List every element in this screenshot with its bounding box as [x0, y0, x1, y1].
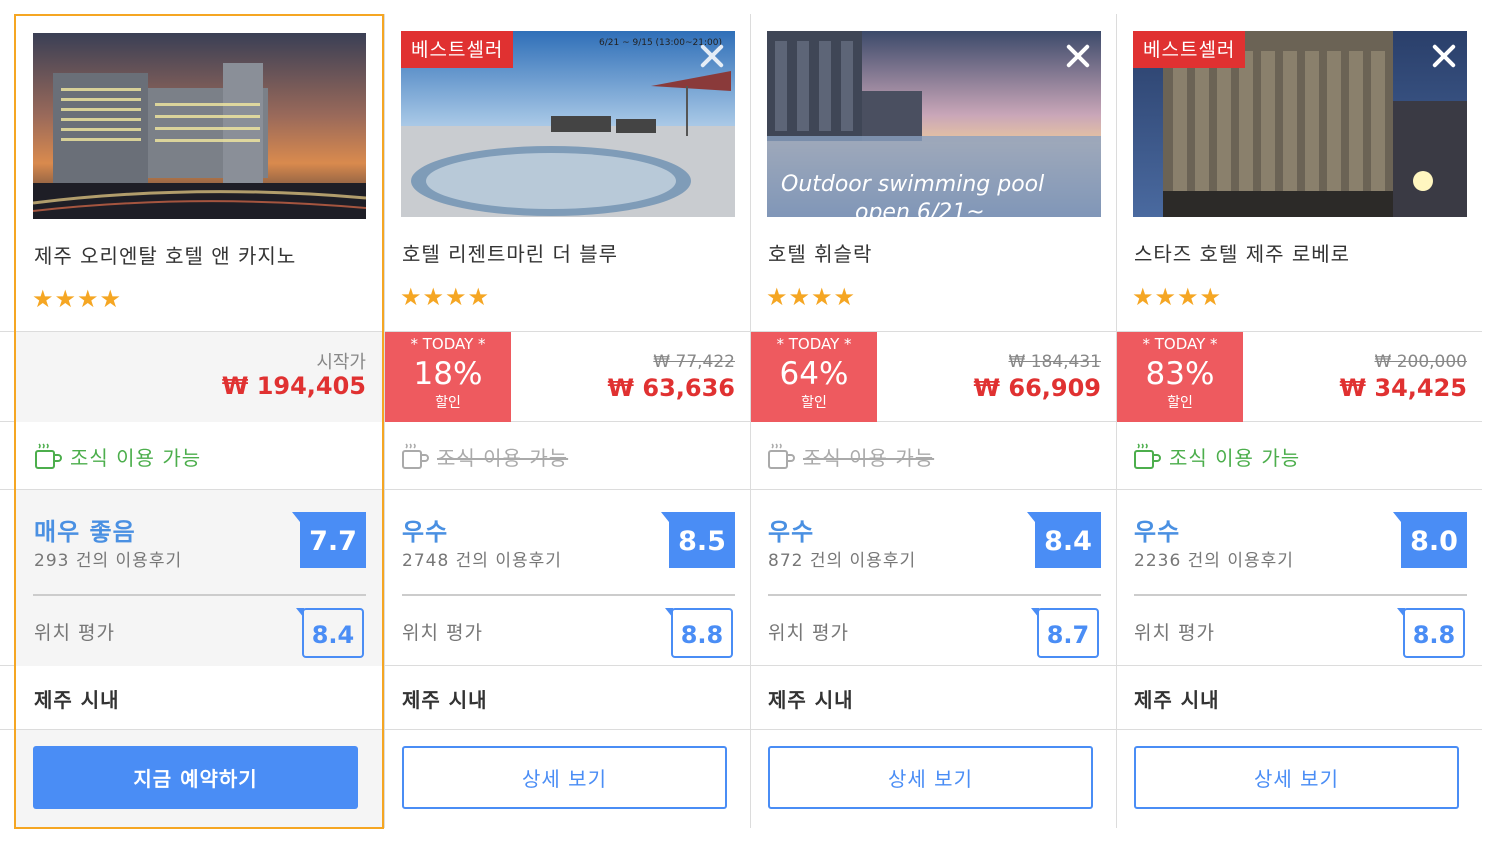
hotel-name[interactable]: 스타즈 호텔 제주 로베로 — [1134, 238, 1350, 267]
breakfast-info: 조식 이용 가능 — [385, 422, 751, 490]
rating-word: 우수 — [1134, 518, 1181, 546]
breakfast-info: 조식 이용 가능 — [751, 422, 1117, 490]
location-rating-label: 위치 평가 — [768, 622, 849, 644]
original-price: ₩ 184,431 — [1008, 352, 1101, 372]
hotel-name[interactable]: 호텔 휘슬락 — [768, 238, 872, 267]
hotel-photo[interactable]: 베스트셀러 — [1133, 31, 1467, 217]
star-rating: ★★★★ — [766, 283, 857, 311]
hotel-name[interactable]: 호텔 리젠트마린 더 블루 — [402, 238, 618, 267]
review-count[interactable]: 872 건의 이용후기 — [768, 546, 916, 571]
divider — [768, 594, 1101, 596]
bestseller-badge: 베스트셀러 — [401, 31, 514, 68]
price-section: * TODAY * 83% 할인 ₩ 200,000 ₩ 34,425 — [1117, 332, 1483, 422]
featured-border — [14, 14, 384, 829]
hotel-card: 베스트셀러 스타즈 호텔 제주 로베로 ★★★★ * TODAY * 83% 할… — [1116, 14, 1482, 828]
discount-percent: 83% — [1145, 356, 1215, 392]
photo-caption-2: open 6/21~ — [855, 200, 985, 217]
today-label: * TODAY * — [776, 335, 852, 353]
rating-word: 우수 — [768, 518, 815, 546]
review-score-badge: 8.4 — [1027, 512, 1101, 568]
price: ₩ 34,425 — [1339, 374, 1467, 402]
area-label: 제주 시내 — [402, 687, 488, 712]
star-rating: ★★★★ — [1132, 283, 1223, 311]
today-discount-badge: * TODAY * 83% 할인 — [1117, 332, 1243, 422]
review-score-badge: 8.0 — [1393, 512, 1467, 568]
review-score-badge: 8.5 — [661, 512, 735, 568]
discount-label: 할인 — [801, 395, 827, 411]
breakfast-label: 조식 이용 가능 — [1169, 445, 1301, 470]
rating-section: 우수 2748 건의 이용후기 8.5 위치 평가 8.8 — [385, 490, 751, 666]
action-section: 상세 보기 — [385, 730, 751, 828]
close-icon[interactable] — [1429, 41, 1459, 71]
breakfast-label: 조식 이용 가능 — [803, 445, 935, 470]
hotel-photo[interactable]: 6/21 ~ 9/15 (13:00~21:00) 베스트셀러 — [401, 31, 735, 217]
price: ₩ 63,636 — [607, 374, 735, 402]
review-count[interactable]: 2748 건의 이용후기 — [402, 546, 562, 571]
hotel-card: Outdoor swimming pool open 6/21~ 호텔 휘슬락 … — [750, 14, 1116, 828]
view-details-button[interactable]: 상세 보기 — [1134, 746, 1459, 809]
today-label: * TODAY * — [410, 335, 486, 353]
discount-percent: 18% — [413, 356, 483, 392]
area-label: 제주 시내 — [768, 687, 854, 712]
area-label: 제주 시내 — [1134, 687, 1220, 712]
view-details-button[interactable]: 상세 보기 — [402, 746, 727, 809]
location-rating-label: 위치 평가 — [402, 622, 483, 644]
today-label: * TODAY * — [1142, 335, 1218, 353]
today-discount-badge: * TODAY * 64% 할인 — [751, 332, 877, 422]
original-price: ₩ 77,422 — [653, 352, 735, 372]
divider — [402, 594, 735, 596]
coffee-cup-icon — [768, 443, 795, 469]
breakfast-label: 조식 이용 가능 — [437, 445, 569, 470]
price: ₩ 66,909 — [973, 374, 1101, 402]
view-details-button[interactable]: 상세 보기 — [768, 746, 1093, 809]
divider — [1134, 594, 1467, 596]
close-icon[interactable] — [1063, 41, 1093, 71]
coffee-cup-icon — [402, 443, 429, 469]
close-icon[interactable] — [697, 41, 727, 71]
action-section: 상세 보기 — [1117, 730, 1483, 828]
rating-word: 우수 — [402, 518, 449, 546]
action-section: 상세 보기 — [751, 730, 1117, 828]
today-discount-badge: * TODAY * 18% 할인 — [385, 332, 511, 422]
rating-section: 우수 2236 건의 이용후기 8.0 위치 평가 8.8 — [1117, 490, 1483, 666]
location-score-badge: 8.8 — [665, 608, 733, 658]
discount-label: 할인 — [435, 395, 461, 411]
breakfast-info: 조식 이용 가능 — [1117, 422, 1483, 490]
discount-percent: 64% — [779, 356, 849, 392]
bestseller-badge: 베스트셀러 — [1133, 31, 1246, 68]
discount-label: 할인 — [1167, 395, 1193, 411]
hotel-card: 6/21 ~ 9/15 (13:00~21:00) 베스트셀러 호텔 리젠트마린… — [384, 14, 750, 828]
photo-caption: Outdoor swimming pool — [781, 172, 1044, 197]
hotel-photo-image: Outdoor swimming pool open 6/21~ — [767, 31, 1101, 217]
location-score-badge: 8.8 — [1397, 608, 1465, 658]
review-count[interactable]: 2236 건의 이용후기 — [1134, 546, 1294, 571]
price-section: * TODAY * 64% 할인 ₩ 184,431 ₩ 66,909 — [751, 332, 1117, 422]
hotel-photo[interactable]: Outdoor swimming pool open 6/21~ — [767, 31, 1101, 217]
star-rating: ★★★★ — [400, 283, 491, 311]
coffee-cup-icon — [1134, 443, 1161, 469]
location-rating-label: 위치 평가 — [1134, 622, 1215, 644]
location-score-badge: 8.7 — [1031, 608, 1099, 658]
price-section: * TODAY * 18% 할인 ₩ 77,422 ₩ 63,636 — [385, 332, 751, 422]
rating-section: 우수 872 건의 이용후기 8.4 위치 평가 8.7 — [751, 490, 1117, 666]
original-price: ₩ 200,000 — [1374, 352, 1467, 372]
